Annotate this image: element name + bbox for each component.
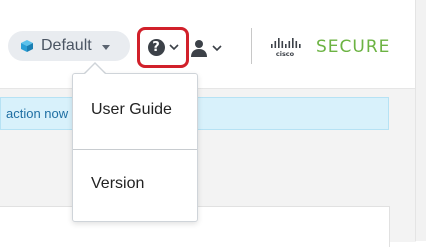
domain-selector[interactable]: Default (8, 31, 130, 61)
chevron-down-icon (212, 44, 222, 51)
help-button[interactable]: ? (137, 27, 189, 68)
caret-down-icon (101, 44, 110, 50)
domain-selector-label: Default (41, 37, 92, 54)
question-circle-icon: ? (147, 39, 165, 56)
menu-pointer-fill (84, 64, 106, 75)
header-divider (251, 28, 252, 64)
menu-divider (73, 149, 197, 150)
menu-item-label: Version (91, 175, 145, 192)
alert-text: action now (6, 106, 69, 121)
user-menu-button[interactable] (190, 36, 230, 60)
chevron-down-icon (168, 44, 179, 51)
user-icon (191, 40, 207, 57)
menu-item-version[interactable]: Version (73, 164, 197, 204)
cisco-logo: cisco (271, 38, 301, 58)
scrollbar-track[interactable] (415, 0, 426, 241)
top-header: Default ? cisco SECURE (0, 0, 416, 88)
brand-logo: cisco SECURE (270, 36, 390, 58)
cube-icon (21, 40, 33, 52)
svg-text:cisco: cisco (276, 50, 295, 58)
product-name: SECURE (316, 37, 391, 57)
menu-item-user-guide[interactable]: User Guide (73, 90, 197, 130)
menu-item-label: User Guide (91, 101, 172, 118)
help-dropdown-menu: User Guide Version (72, 73, 198, 222)
